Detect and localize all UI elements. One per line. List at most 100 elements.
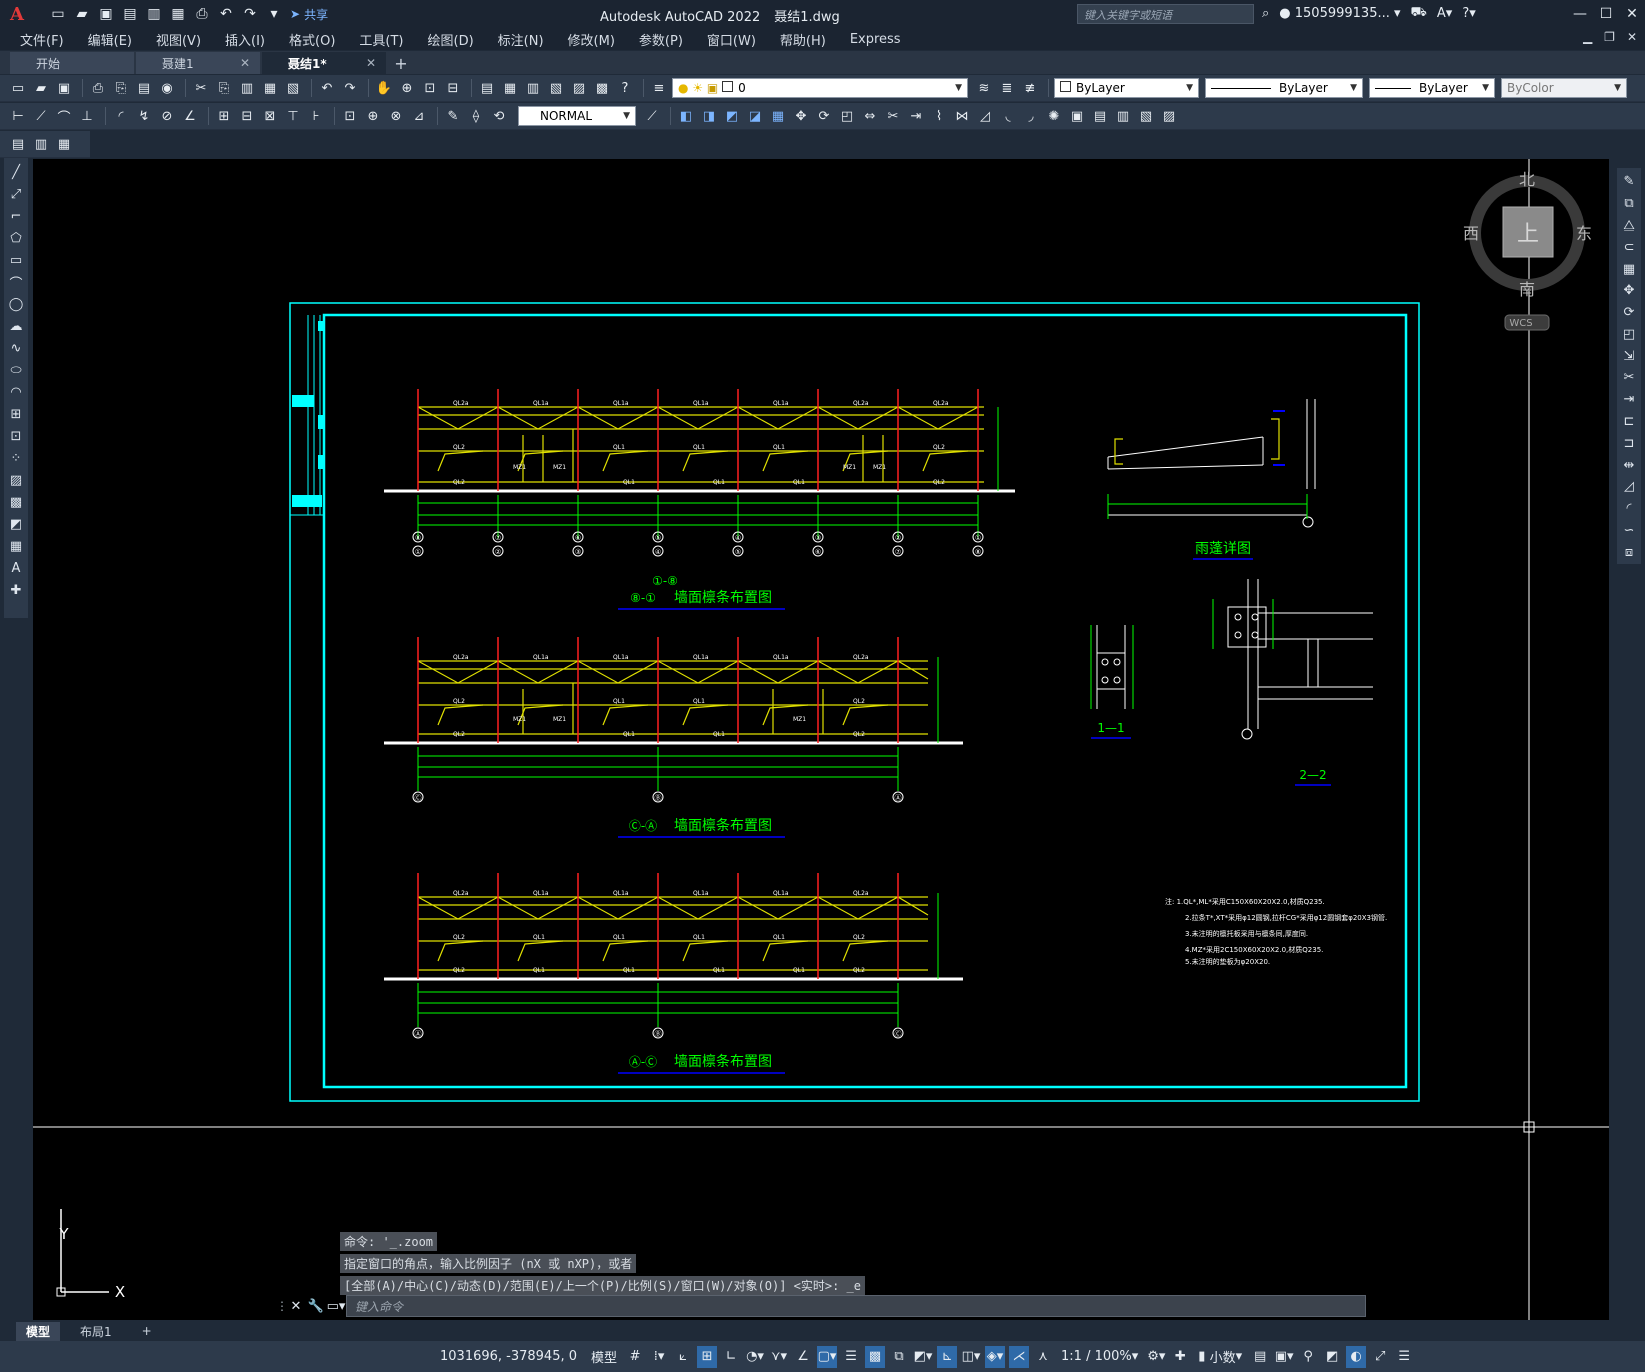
doc-minimize-icon[interactable]: ▁ (1583, 30, 1592, 44)
menu-file[interactable]: 文件(F) (8, 30, 76, 49)
help-icon[interactable]: ?▾ (1462, 6, 1475, 21)
units-dropdown[interactable]: ▮ 小数 ▾ (1194, 1346, 1246, 1368)
transparency-icon[interactable]: ▩ (865, 1345, 886, 1368)
copy-icon[interactable]: ⧉ (1619, 194, 1639, 214)
join-icon[interactable]: ⇹ (1619, 455, 1639, 475)
mirror-icon[interactable]: ◩ (722, 106, 742, 126)
copy-object-icon[interactable]: ◨ (699, 106, 719, 126)
help-icon[interactable]: ? (615, 78, 635, 98)
tab-start[interactable]: 开始 (10, 52, 134, 74)
layer-states-icon[interactable]: ≢ (1020, 78, 1040, 98)
move-icon[interactable]: ✥ (791, 106, 811, 126)
isolate-objects-icon[interactable]: ⚲ (1298, 1346, 1318, 1368)
cut-icon[interactable]: ✂ (191, 78, 211, 98)
doc-close-icon[interactable]: ✕ (1627, 30, 1637, 44)
construction-line-icon[interactable]: ⤢ (6, 184, 26, 204)
break-at-point-icon[interactable]: ⊏ (1619, 412, 1639, 432)
save-web-icon[interactable]: ▦ (168, 4, 188, 24)
dynamic-ucs-icon[interactable]: ⊾ (937, 1345, 958, 1368)
workspace-gear-icon[interactable]: ⚙▾ (1146, 1346, 1166, 1368)
snap-icon[interactable]: ⁞▾ (649, 1346, 669, 1368)
quick-properties-icon[interactable]: ▤ (1250, 1346, 1270, 1368)
close-icon[interactable]: ✕ (240, 56, 250, 70)
auto-scale-icon[interactable]: ⋏ (1033, 1346, 1053, 1368)
publish-icon[interactable]: ▤ (134, 78, 154, 98)
chamfer-icon[interactable]: ◿ (975, 106, 995, 126)
ortho-icon[interactable]: ∟ (721, 1346, 741, 1368)
menu-help[interactable]: 帮助(H) (768, 30, 838, 49)
ellipse-icon[interactable]: ⬭ (6, 360, 26, 380)
fillet-icon[interactable]: ◟ (998, 106, 1018, 126)
baseline-dim-icon[interactable]: ⊟ (237, 106, 257, 126)
save-as-icon[interactable]: ▤ (120, 4, 140, 24)
trim-icon[interactable]: ✂ (1619, 368, 1639, 388)
match-properties-icon[interactable]: ▦ (260, 78, 280, 98)
open-web-icon[interactable]: ▥ (144, 4, 164, 24)
menu-format[interactable]: 格式(O) (277, 30, 347, 49)
make-block-icon[interactable]: ⊡ (6, 426, 26, 446)
scale-icon[interactable]: ◰ (1619, 324, 1639, 344)
compass-west[interactable]: 西 (1463, 224, 1479, 243)
menu-edit[interactable]: 编辑(E) (76, 30, 144, 49)
dim-space-icon[interactable]: ⊤ (283, 106, 303, 126)
new-tab-button[interactable]: + (388, 52, 414, 74)
circle-icon[interactable]: ◯ (6, 294, 26, 314)
clean-screen-icon[interactable]: ◐ (1346, 1345, 1367, 1368)
extend-icon[interactable]: ⇥ (1619, 390, 1639, 410)
quickcalc-icon[interactable]: ▩ (592, 78, 612, 98)
3d-object-snap-icon[interactable]: ◩▾ (913, 1346, 933, 1368)
properties-icon[interactable]: ▤ (477, 78, 497, 98)
tolerance-icon[interactable]: ⊡ (340, 106, 360, 126)
minimize-icon[interactable]: — (1567, 0, 1593, 28)
close-icon[interactable]: ✕ (286, 1299, 306, 1314)
compass-south[interactable]: 南 (1519, 280, 1535, 299)
make-current-layer-icon[interactable]: ≋ (974, 78, 994, 98)
isodraft-icon[interactable]: ⋎▾ (769, 1346, 789, 1368)
command-input[interactable]: 键入命令 (346, 1295, 1366, 1317)
search-input[interactable]: 键入关键字或短语 (1077, 4, 1254, 24)
wrench-icon[interactable]: 🔧 (306, 1299, 326, 1314)
gizmo-icon[interactable]: ◈▾ (985, 1345, 1006, 1368)
menu-window[interactable]: 窗口(W) (695, 30, 768, 49)
annotation-monitor-icon[interactable]: ✚ (1170, 1346, 1190, 1368)
layer-previous-icon[interactable]: ≣ (997, 78, 1017, 98)
arc-length-icon[interactable]: ⌒ (54, 106, 74, 126)
menu-view[interactable]: 视图(V) (144, 30, 213, 49)
object-snap-icon[interactable]: ▢▾ (817, 1345, 838, 1368)
graphics-performance-icon[interactable]: ◩ (1322, 1346, 1342, 1368)
3d-print-icon[interactable]: ◉ (157, 78, 177, 98)
menu-dimension[interactable]: 标注(N) (486, 30, 556, 49)
block-editor-icon[interactable]: ▧ (283, 78, 303, 98)
jogged-linear-icon[interactable]: ⊿ (409, 106, 429, 126)
open-icon[interactable]: ▰ (31, 78, 51, 98)
grid-icon[interactable]: # (625, 1346, 645, 1368)
point-icon[interactable]: ⁘ (6, 448, 26, 468)
dim-text-edit-icon[interactable]: ⟠ (466, 106, 486, 126)
user-account-button[interactable]: ● 1505999135... ▾ (1279, 6, 1400, 21)
menu-insert[interactable]: 插入(I) (213, 30, 277, 49)
group-icon[interactable]: ▤ (1090, 106, 1110, 126)
radius-dim-icon[interactable]: ◜ (111, 106, 131, 126)
move-icon[interactable]: ✥ (1619, 281, 1639, 301)
spline-icon[interactable]: ∿ (6, 338, 26, 358)
undo-icon[interactable]: ↶ (317, 78, 337, 98)
object-snap-tracking-icon[interactable]: ∠ (793, 1346, 813, 1368)
plot-icon[interactable]: ⎙ (192, 4, 212, 24)
ungroup-icon[interactable]: ▥ (1113, 106, 1133, 126)
color-dropdown[interactable]: ByLayer ▼ (1054, 78, 1199, 98)
menu-tools[interactable]: 工具(T) (347, 30, 415, 49)
search-icon[interactable]: ⌕ (1262, 6, 1269, 21)
mtext-icon[interactable]: A (6, 558, 26, 578)
zoom-realtime-icon[interactable]: ⊕ (397, 78, 417, 98)
annotation-visibility-icon[interactable]: ⋌ (1009, 1345, 1030, 1368)
tab-drawing-2[interactable]: 聂结1* ✕ (262, 52, 386, 74)
dim-update-icon[interactable]: ⟲ (489, 106, 509, 126)
selection-cycling-icon[interactable]: ⧉ (889, 1346, 909, 1368)
close-icon[interactable]: ✕ (366, 56, 376, 70)
scale-icon[interactable]: ◰ (837, 106, 857, 126)
lineweight-icon[interactable]: ☰ (841, 1346, 861, 1368)
stretch-icon[interactable]: ⇔ (860, 106, 880, 126)
add-layout-icon[interactable]: + (132, 1323, 162, 1339)
stretch-icon[interactable]: ⇲ (1619, 346, 1639, 366)
trim-icon[interactable]: ✂ (883, 106, 903, 126)
